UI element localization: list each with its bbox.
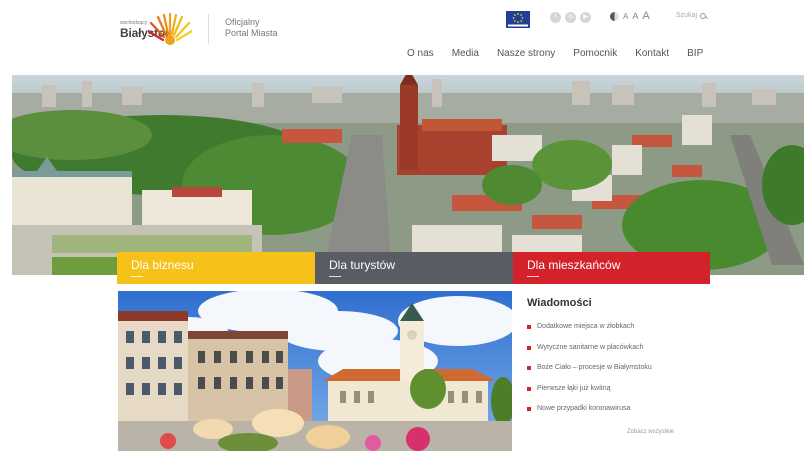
featured-photo[interactable] [118, 291, 512, 451]
category-residents-label: Dla mieszkańców [527, 258, 621, 272]
nav-item-pomocnik[interactable]: Pomocnik [573, 48, 617, 59]
portal-title-line2: Portal Miasta [225, 28, 278, 38]
news-item[interactable]: Nowe przypadki koronawirusa [527, 405, 707, 426]
social-links: f ◎ ▶ [550, 12, 591, 23]
font-size-large[interactable]: A [642, 10, 649, 22]
news-item[interactable]: Pierwsze łąki już kwitną [527, 385, 707, 406]
search-icon [700, 12, 707, 19]
category-tourists-label: Dla turystów [329, 258, 396, 272]
category-residents-underline [527, 275, 539, 277]
category-residents-button[interactable]: Dla mieszkańców [513, 252, 710, 284]
news-item[interactable]: Dodatkowe miejsca w żłobkach [527, 323, 707, 344]
contrast-icon[interactable] [610, 11, 619, 21]
news-title: Wiadomości [527, 297, 592, 309]
nav-item-nasze-strony[interactable]: Nasze strony [497, 48, 555, 59]
city-logo[interactable]: wschodzący Białystok [120, 10, 192, 46]
news-list: Dodatkowe miejsca w żłobkach Wytyczne sa… [527, 323, 707, 426]
search-button[interactable]: Szukaj [676, 12, 707, 19]
news-item[interactable]: Wytyczne sanitarne w placówkach [527, 344, 707, 365]
header-divider [208, 14, 209, 44]
instagram-icon[interactable]: ◎ [565, 12, 576, 23]
nav-item-kontakt[interactable]: Kontakt [635, 48, 669, 59]
news-item[interactable]: Boże Ciało – procesje w Białymstoku [527, 364, 707, 385]
sun-logo-icon [148, 12, 192, 45]
facebook-icon[interactable]: f [550, 12, 561, 23]
category-tourists-button[interactable]: Dla turystów [315, 252, 513, 284]
eu-flag-icon[interactable] [506, 11, 530, 28]
portal-title: Oficjalny Portal Miasta [225, 17, 278, 39]
hero-aerial-image [12, 75, 804, 275]
category-business-label: Dla biznesu [131, 258, 194, 272]
search-label: Szukaj [676, 12, 698, 19]
category-business-underline [131, 275, 143, 277]
news-panel: Wiadomości Dodatkowe miejsca w żłobkach … [527, 297, 707, 435]
accessibility-controls: A A A [610, 10, 650, 22]
nav-item-bip[interactable]: BIP [687, 48, 703, 59]
news-more-link[interactable]: Zobacz wszystkie [627, 429, 674, 435]
portal-title-line1: Oficjalny [225, 17, 260, 27]
youtube-icon[interactable]: ▶ [580, 12, 591, 23]
nav-item-media[interactable]: Media [452, 48, 479, 59]
main-nav: O nas Media Nasze strony Pomocnik Kontak… [407, 48, 721, 59]
font-size-medium[interactable]: A [632, 11, 638, 21]
category-business-button[interactable]: Dla biznesu [117, 252, 315, 284]
nav-item-o-nas[interactable]: O nas [407, 48, 434, 59]
font-size-small[interactable]: A [623, 12, 628, 21]
category-tourists-underline [329, 275, 341, 277]
